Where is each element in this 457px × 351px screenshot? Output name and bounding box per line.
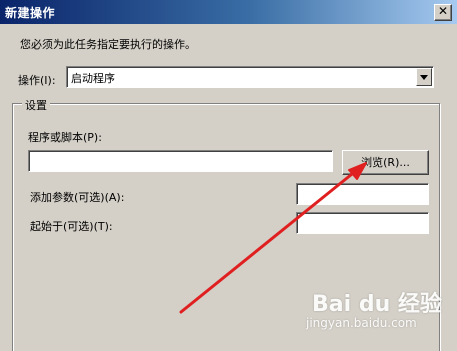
settings-legend: 设置 — [22, 97, 50, 113]
watermark-url: jingyan.baidu.com — [306, 316, 417, 330]
close-icon: ✕ — [437, 4, 449, 18]
action-select[interactable]: 启动程序 — [66, 66, 434, 88]
browse-button[interactable]: 浏览(R)... — [342, 150, 429, 175]
action-selected-value: 启动程序 — [71, 72, 115, 85]
chevron-down-icon[interactable] — [416, 68, 432, 86]
program-label: 程序或脚本(P): — [28, 131, 102, 144]
watermark-logo: Bai du 经验 — [312, 292, 442, 317]
close-button[interactable]: ✕ — [434, 4, 452, 21]
action-label: 操作(I): — [18, 74, 56, 87]
program-input[interactable] — [28, 150, 333, 172]
window-title: 新建操作 — [5, 6, 56, 20]
start-label: 起始于(可选)(T): — [30, 220, 113, 233]
args-input[interactable] — [296, 183, 429, 205]
args-label: 添加参数(可选)(A): — [30, 191, 125, 204]
instruction-text: 您必须为此任务指定要执行的操作。 — [20, 38, 196, 51]
start-input[interactable] — [296, 212, 429, 234]
title-bar: 新建操作 ✕ — [0, 0, 457, 24]
